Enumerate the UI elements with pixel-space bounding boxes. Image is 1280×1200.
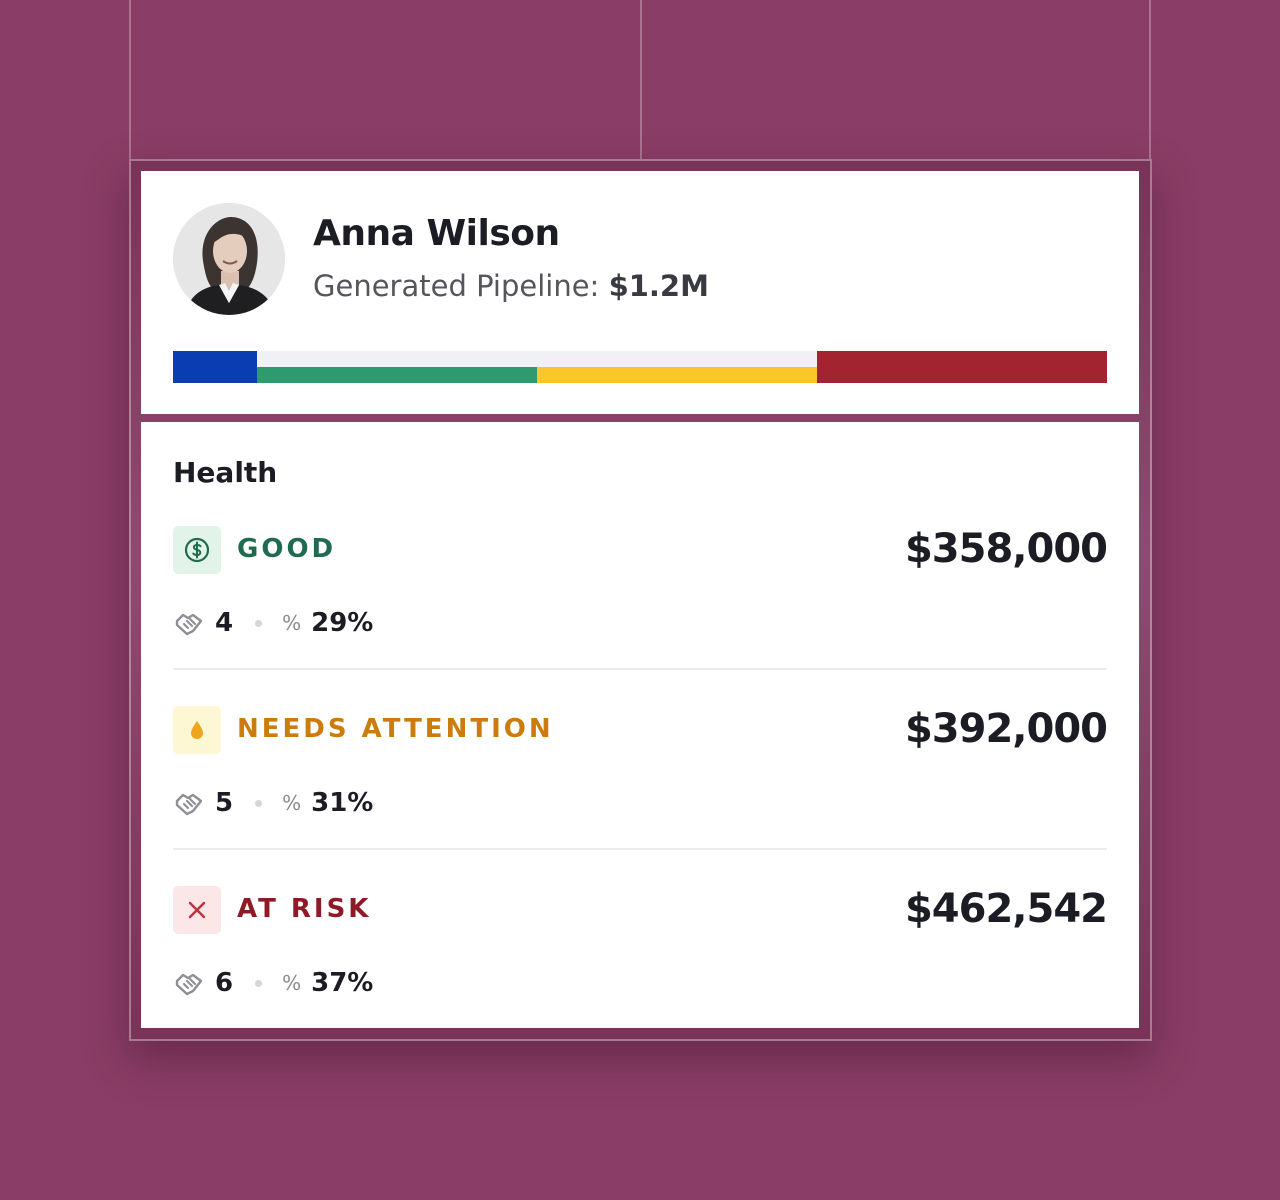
pipeline-segment bbox=[173, 351, 257, 383]
handshake-icon bbox=[175, 973, 203, 996]
health-row-needs-attention[interactable]: NEEDS ATTENTION $392,000 5 % 31% bbox=[173, 706, 1108, 856]
row-divider bbox=[173, 848, 1107, 850]
status-amount: $358,000 bbox=[904, 526, 1108, 572]
generated-pipeline: Generated Pipeline: $1.2M bbox=[313, 269, 709, 303]
droplet-icon bbox=[191, 721, 203, 739]
status-icon-box bbox=[173, 526, 221, 574]
close-x-icon bbox=[188, 901, 206, 919]
row-meta: 4 % 29% bbox=[173, 606, 373, 640]
guide-line-left bbox=[129, 0, 131, 160]
status-icon-box bbox=[173, 706, 221, 754]
dollar-circle-icon bbox=[184, 537, 210, 563]
row-meta: 6 % 37% bbox=[173, 966, 373, 1000]
percent-value: 31% bbox=[311, 788, 374, 818]
health-title: Health bbox=[173, 456, 278, 489]
percent-icon: % bbox=[282, 971, 302, 995]
deal-count: 5 bbox=[215, 788, 234, 818]
user-name: Anna Wilson bbox=[313, 213, 560, 254]
percent-icon: % bbox=[282, 791, 302, 815]
status-amount: $462,542 bbox=[904, 886, 1108, 932]
guide-line-middle bbox=[640, 0, 642, 160]
pipeline-segment bbox=[817, 351, 1107, 383]
status-amount: $392,000 bbox=[904, 706, 1108, 752]
health-row-good[interactable]: GOOD $358,000 4 % 29% bbox=[173, 526, 1108, 676]
handshake-icon bbox=[175, 793, 203, 816]
deal-count: 6 bbox=[215, 968, 234, 998]
separator-dot bbox=[255, 979, 263, 987]
health-row-at-risk[interactable]: AT RISK $462,542 6 % 37% bbox=[173, 886, 1108, 1036]
percent-value: 29% bbox=[311, 608, 374, 638]
percent-value: 37% bbox=[311, 968, 374, 998]
separator-dot bbox=[255, 619, 263, 627]
pipeline-segment bbox=[257, 367, 537, 383]
status-label: GOOD bbox=[237, 534, 337, 564]
pipeline-segment bbox=[537, 367, 817, 383]
row-meta: 5 % 31% bbox=[173, 786, 373, 820]
guide-line-right bbox=[1149, 0, 1151, 160]
avatar bbox=[173, 203, 285, 315]
handshake-icon bbox=[175, 613, 203, 636]
row-divider bbox=[173, 668, 1107, 670]
status-label: NEEDS ATTENTION bbox=[237, 714, 554, 744]
person-photo-icon bbox=[173, 203, 285, 315]
separator-dot bbox=[255, 799, 263, 807]
health-card: Health GOOD $358,000 4 % 29% NEEDS ATTEN… bbox=[141, 422, 1139, 1028]
percent-icon: % bbox=[282, 611, 302, 635]
pipeline-bar bbox=[173, 351, 1107, 383]
pipeline-value: $1.2M bbox=[608, 269, 709, 303]
pipeline-label: Generated Pipeline: bbox=[313, 269, 600, 303]
deal-count: 4 bbox=[215, 608, 234, 638]
status-icon-box bbox=[173, 886, 221, 934]
profile-card: Anna Wilson Generated Pipeline: $1.2M bbox=[141, 171, 1139, 414]
status-label: AT RISK bbox=[237, 894, 372, 924]
